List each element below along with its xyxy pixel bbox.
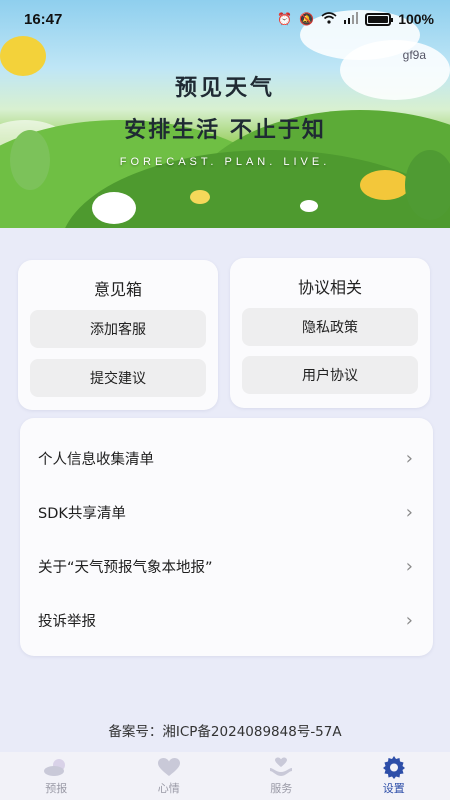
watermark-text: gf9a	[402, 48, 426, 62]
signal-icon	[344, 11, 359, 27]
flower-decoration	[300, 200, 318, 212]
wifi-icon	[321, 11, 337, 27]
tab-service[interactable]: 服务	[241, 756, 321, 796]
battery-percent: 100%	[398, 11, 434, 27]
list-item-about[interactable]: 关于“天气预报气象本地报” ›	[20, 546, 433, 586]
list-item-sdk-sharing[interactable]: SDK共享清单 ›	[20, 492, 433, 532]
banner-subtitle: FORECAST. PLAN. LIVE.	[119, 156, 331, 168]
mute-icon: 🔕	[299, 12, 315, 26]
list-item-label: 投诉举报	[38, 613, 96, 630]
tab-label: 设置	[382, 782, 405, 795]
chevron-right-icon: ›	[405, 555, 413, 577]
list-item-label: SDK共享清单	[38, 505, 126, 522]
status-time: 16:47	[24, 10, 63, 28]
banner-title: 预见天气	[174, 76, 275, 101]
add-service-button[interactable]: 添加客服	[30, 310, 206, 348]
tab-label: 服务	[270, 782, 293, 795]
tab-label: 心情	[157, 782, 180, 795]
tab-settings[interactable]: 设置	[354, 756, 434, 796]
list-item-report[interactable]: 投诉举报 ›	[20, 600, 433, 640]
chevron-right-icon: ›	[405, 501, 413, 523]
flower-decoration	[190, 190, 210, 204]
weather-icon	[43, 756, 69, 778]
heart-icon	[157, 756, 181, 778]
privacy-policy-button[interactable]: 隐私政策	[242, 308, 418, 346]
flower-decoration	[92, 192, 136, 224]
service-icon	[269, 756, 293, 778]
banner-text: 预见天气 安排生活 不止于知 FORECAST. PLAN. LIVE.	[0, 70, 450, 168]
settings-list: 个人信息收集清单 › SDK共享清单 › 关于“天气预报气象本地报” › 投诉举…	[20, 418, 433, 656]
list-item-label: 个人信息收集清单	[38, 451, 154, 468]
status-icons: ⏰ 🔕 100%	[277, 11, 434, 27]
icp-record: 备案号：湘ICP备2024089848号-57A	[108, 724, 342, 740]
feedback-card: 意见箱 添加客服 提交建议	[18, 260, 218, 410]
list-item-label: 关于“天气预报气象本地报”	[38, 559, 213, 576]
alarm-icon: ⏰	[277, 12, 293, 26]
user-agreement-button[interactable]: 用户协议	[242, 356, 418, 394]
tab-mood[interactable]: 心情	[129, 756, 209, 796]
status-bar: 16:47 ⏰ 🔕 100%	[0, 0, 450, 38]
gear-icon	[382, 756, 406, 779]
chevron-right-icon: ›	[405, 447, 413, 469]
battery-icon	[365, 12, 394, 26]
feedback-card-title: 意见箱	[93, 280, 142, 299]
tab-label: 预报	[45, 782, 68, 795]
banner-slogan: 安排生活 不止于知	[124, 118, 326, 143]
agreement-card: 协议相关 隐私政策 用户协议	[230, 258, 430, 408]
tab-forecast[interactable]: 预报	[16, 756, 96, 796]
agreement-card-title: 协议相关	[297, 278, 362, 297]
flower-decoration	[360, 170, 410, 200]
bottom-tab-bar: 预报 心情 服务 设置	[0, 752, 450, 800]
list-item-personal-info[interactable]: 个人信息收集清单 ›	[20, 438, 433, 478]
submit-suggestion-button[interactable]: 提交建议	[30, 359, 206, 397]
chevron-right-icon: ›	[405, 609, 413, 631]
